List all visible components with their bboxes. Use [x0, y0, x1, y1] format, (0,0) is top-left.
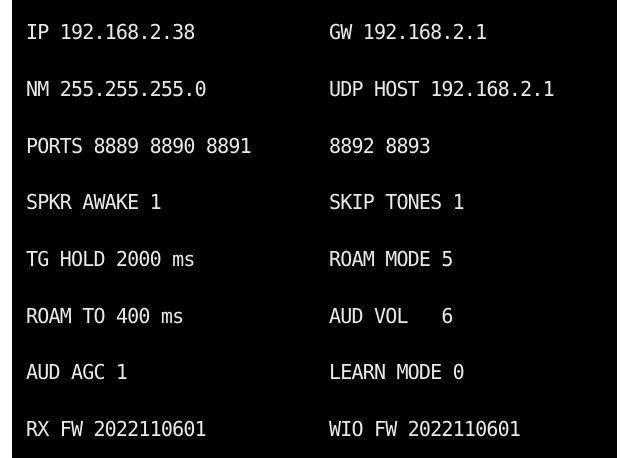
udp-host-text: UDP HOST 192.168.2.1 [329, 77, 555, 101]
roam-mode-text: ROAM MODE 5 [329, 247, 453, 271]
device-status-screen: IP 192.168.2.38 GW 192.168.2.1 NM 255.25… [12, 0, 617, 458]
wio-firmware-text: WIO FW 2022110601 [329, 417, 521, 441]
audio-volume-text: AUD VOL 6 [329, 304, 453, 328]
speaker-awake-text: SPKR AWAKE 1 [26, 190, 162, 214]
tg-hold-text: TG HOLD 2000 ms [26, 247, 195, 271]
audio-agc-text: AUD AGC 1 [26, 360, 128, 384]
ip-address-text: IP 192.168.2.38 [26, 20, 195, 44]
roam-timeout-text: ROAM TO 400 ms [26, 304, 184, 328]
learn-mode-text: LEARN MODE 0 [329, 360, 465, 384]
ports-text: PORTS 8889 8890 8891 [26, 134, 252, 158]
rx-firmware-text: RX FW 2022110601 [26, 417, 207, 441]
netmask-text: NM 255.255.255.0 [26, 77, 207, 101]
skip-tones-text: SKIP TONES 1 [329, 190, 465, 214]
ports-continued-text: 8892 8893 [329, 134, 431, 158]
gateway-text: GW 192.168.2.1 [329, 20, 487, 44]
